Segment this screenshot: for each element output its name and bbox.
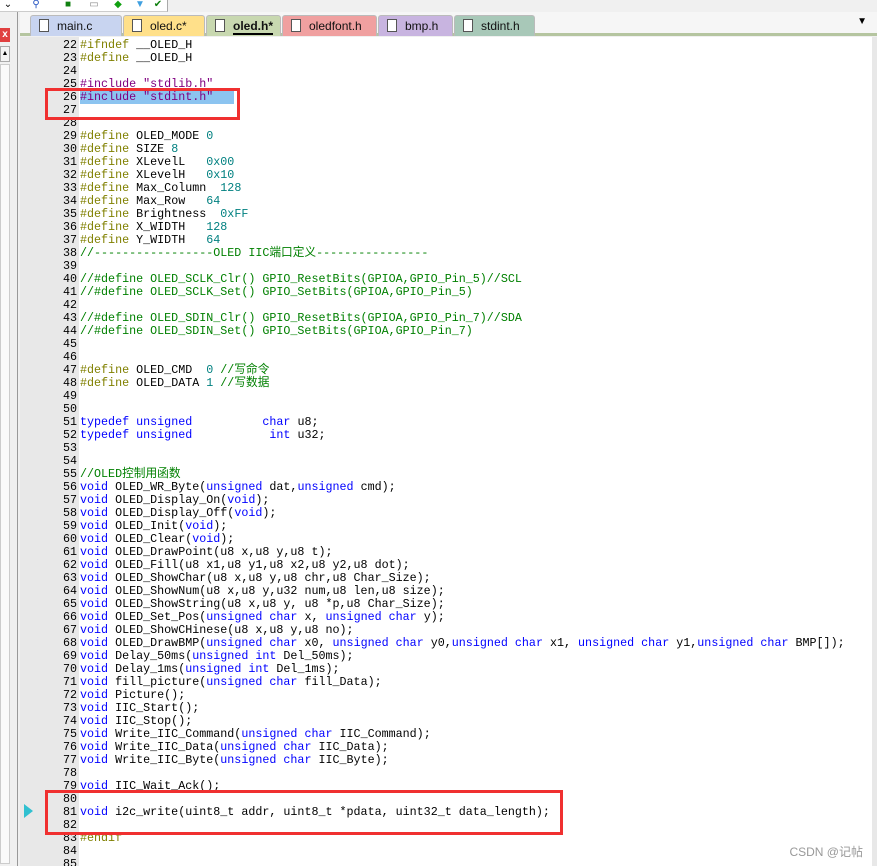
toolbar: ⌄ ⚲ ■ ▭ ◆ ▼ ✔ [0,0,168,12]
download-icon[interactable]: ◆ [112,0,124,10]
tab-label: main.c [57,19,93,33]
tab-oled-h-[interactable]: oled.h* [206,15,281,36]
tab-main-c[interactable]: main.c [30,15,122,36]
find-in-files-icon[interactable]: ⚲ [30,0,42,10]
tab-bmp-h[interactable]: bmp.h [378,15,453,36]
tab-oledfont-h[interactable]: oledfont.h [282,15,377,36]
code-line[interactable]: 85 [20,858,77,866]
check-icon[interactable]: ✔ [152,0,164,10]
left-panel: x ▲ [0,12,18,866]
file-icon [132,19,142,32]
file-icon [463,19,473,32]
file-icon [387,19,397,32]
build-icon[interactable]: ■ [62,0,74,10]
tab-label: oledfont.h [309,19,362,33]
code-text: //#define OLED_SDIN_Set() GPIO_SetBits(G… [80,324,473,338]
window-icon[interactable]: ▭ [88,0,100,10]
file-icon [291,19,301,32]
tab-oled-c-[interactable]: oled.c* [123,15,205,36]
code-text: //-----------------OLED IIC端口定义---------… [80,246,429,260]
tab-label: oled.c* [150,19,187,33]
tab-label: bmp.h [405,19,439,33]
vertical-scrollbar[interactable] [872,37,877,866]
close-icon[interactable]: x [0,28,10,42]
line-number: 85 [62,857,77,866]
tab-bar: main.c oled.c* oled.h* oledfont.h bmp.h stdin… [20,12,877,36]
tab-label: stdint.h [481,19,520,33]
code-text: typedef unsigned int u32; [80,428,326,442]
current-line-arrow-icon [24,804,33,818]
watermark: CSDN @记帖 [789,845,863,859]
debug-icon[interactable]: ▼ [134,0,146,10]
tab-stdint-h[interactable]: stdint.h [454,15,535,36]
code-text: #define OLED_DATA 1 //写数据 [80,376,270,390]
annotation-box [45,88,240,120]
tab-list-dropdown-icon[interactable]: ▼ [857,16,867,27]
code-editor[interactable]: 22 #ifndef __OLED_H 23 #define __OLED_H 24 25… [20,37,877,866]
annotation-box [45,790,563,835]
scroll-up-button[interactable]: ▲ [0,46,10,62]
file-icon [39,19,49,32]
tab-label: oled.h* [233,19,274,35]
code-text: //#define OLED_SCLK_Set() GPIO_SetBits(G… [80,285,473,299]
dropdown-icon[interactable]: ⌄ [2,0,14,10]
file-icon [215,19,225,32]
code-text: void Write_IIC_Byte(unsigned char IIC_By… [80,753,389,767]
left-scrollbar[interactable] [0,64,10,864]
code-text: #define __OLED_H [80,51,193,65]
